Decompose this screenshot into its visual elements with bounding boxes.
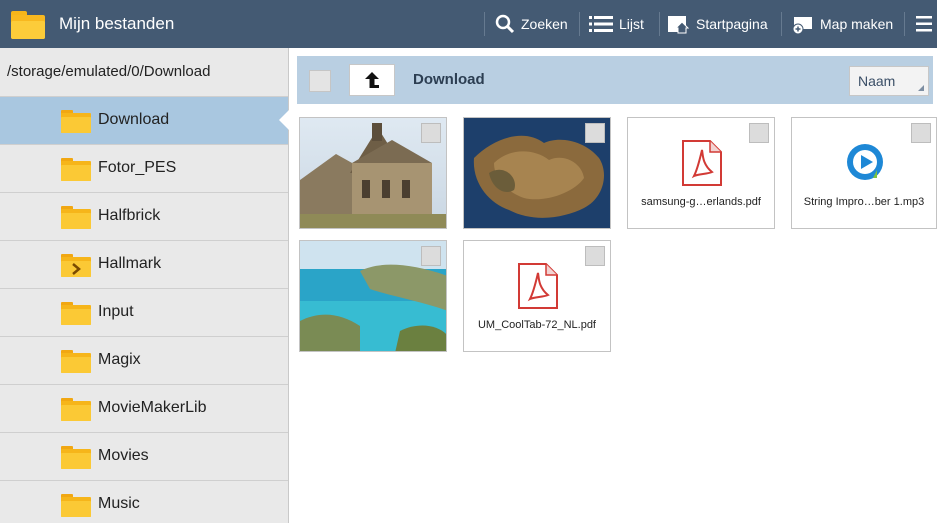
search-icon: [495, 14, 515, 34]
separator: [904, 12, 905, 36]
search-label: Zoeken: [521, 16, 568, 32]
sort-dropdown[interactable]: Naam: [849, 66, 929, 96]
create-folder-label: Map maken: [820, 16, 894, 32]
menu-icon: [916, 16, 932, 32]
file-tile-image[interactable]: [463, 117, 611, 229]
home-folder-icon: [668, 16, 690, 34]
file-tile-audio[interactable]: String Impro…ber 1.mp3: [791, 117, 937, 229]
audio-file-icon: [847, 144, 883, 180]
file-tile-image[interactable]: [299, 117, 447, 229]
content-header: Download Naam: [297, 56, 933, 104]
home-label: Startpagina: [696, 16, 768, 32]
sidebar-item-music[interactable]: Music: [0, 480, 288, 528]
selection-pointer: [279, 108, 291, 132]
create-folder-button[interactable]: Map maken: [792, 0, 893, 48]
separator: [484, 12, 485, 36]
up-folder-button[interactable]: [349, 64, 395, 96]
folder-label: Movies: [98, 447, 149, 464]
sidebar-item-download[interactable]: Download: [0, 96, 288, 144]
sidebar-item-hallmark[interactable]: Hallmark: [0, 240, 288, 288]
file-tile-pdf[interactable]: samsung-g…erlands.pdf: [627, 117, 775, 229]
more-menu-button[interactable]: [916, 0, 937, 48]
sort-value: Naam: [858, 73, 896, 89]
folder-label: Hallmark: [98, 255, 162, 272]
file-checkbox[interactable]: [585, 123, 605, 143]
sidebar-item-input[interactable]: Input: [0, 288, 288, 336]
file-checkbox[interactable]: [911, 123, 931, 143]
current-path: /storage/emulated/0/Download: [0, 48, 288, 96]
pdf-file-icon: [682, 140, 722, 186]
dropdown-arrow-icon: [918, 85, 924, 91]
folder-app-icon[interactable]: [10, 7, 46, 41]
sidebar-item-halfbrick[interactable]: Halfbrick: [0, 192, 288, 240]
file-checkbox[interactable]: [749, 123, 769, 143]
file-name: samsung-g…erlands.pdf: [641, 196, 761, 208]
file-checkbox[interactable]: [421, 246, 441, 266]
sidebar-item-movies[interactable]: Movies: [0, 432, 288, 480]
separator: [781, 12, 782, 36]
folder-icon: [61, 398, 91, 421]
arrow-up-icon: [365, 72, 379, 88]
list-view-label: Lijst: [619, 16, 644, 32]
folder-icon: [61, 350, 91, 373]
file-checkbox[interactable]: [585, 246, 605, 266]
folder-icon: [61, 494, 91, 517]
folder-icon: [61, 446, 91, 469]
action-bar: Mijn bestanden Zoeken Lijst Startpagina: [0, 0, 937, 48]
file-tile-image[interactable]: [299, 240, 447, 352]
sidebar-item-moviemakerlib[interactable]: MovieMakerLib: [0, 384, 288, 432]
folder-expand-icon[interactable]: [61, 253, 91, 277]
folder-label: Download: [98, 111, 170, 128]
separator: [659, 12, 660, 36]
folder-sidebar: /storage/emulated/0/Download Download Fo…: [0, 48, 289, 523]
folder-label: Input: [98, 303, 134, 320]
folder-icon: [61, 110, 91, 133]
sidebar-item-fotor-pes[interactable]: Fotor_PES: [0, 144, 288, 192]
folder-label: Fotor_PES: [98, 159, 177, 176]
folder-icon: [61, 302, 91, 325]
pdf-file-icon: [518, 263, 558, 309]
select-all-checkbox[interactable]: [309, 70, 331, 92]
folder-label: Halfbrick: [98, 207, 161, 224]
folder-label: Magix: [98, 351, 141, 368]
folder-label: MovieMakerLib: [98, 399, 207, 416]
breadcrumb: Download: [413, 71, 485, 88]
app-title: Mijn bestanden: [59, 14, 175, 33]
file-name: UM_CoolTab-72_NL.pdf: [477, 319, 596, 331]
home-button[interactable]: Startpagina: [668, 0, 768, 48]
new-folder-icon: [792, 17, 812, 35]
file-checkbox[interactable]: [421, 123, 441, 143]
list-view-button[interactable]: Lijst: [589, 0, 644, 48]
folder-label: Music: [98, 495, 140, 512]
search-button[interactable]: Zoeken: [495, 0, 568, 48]
separator: [579, 12, 580, 36]
folder-icon: [61, 206, 91, 229]
file-name: String Impro…ber 1.mp3: [803, 196, 925, 208]
list-icon: [589, 16, 613, 32]
sidebar-item-magix[interactable]: Magix: [0, 336, 288, 384]
file-tile-pdf[interactable]: UM_CoolTab-72_NL.pdf: [463, 240, 611, 352]
folder-icon: [61, 158, 91, 181]
